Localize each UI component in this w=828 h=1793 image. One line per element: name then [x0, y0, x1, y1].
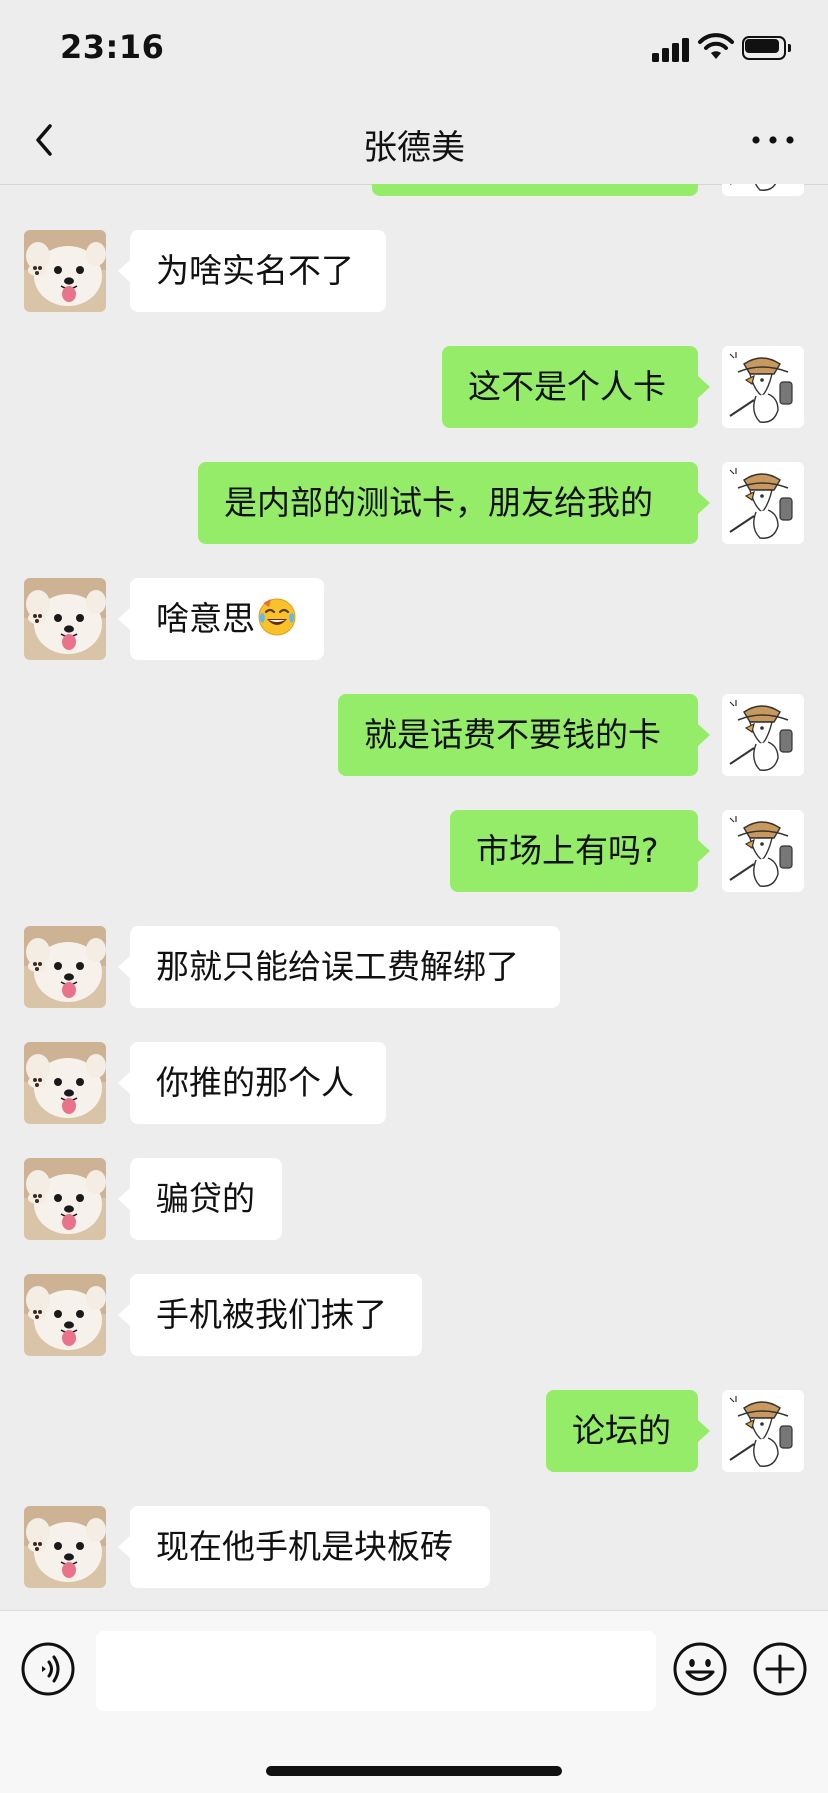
- message-bubble-incoming[interactable]: 你推的那个人: [118, 1042, 386, 1124]
- chat-title: 张德美: [363, 128, 465, 168]
- contact-avatar[interactable]: [24, 1158, 106, 1240]
- message-bubble-outgoing[interactable]: 论坛的: [546, 1390, 710, 1472]
- message-list[interactable]: 为啥实名不了 这不是个人卡 是内部的测试卡，朋友给我的 啥意思 就是话费不要钱的…: [0, 184, 828, 1610]
- my-avatar[interactable]: [722, 694, 804, 776]
- wifi-icon: [698, 33, 734, 59]
- message-bubble-incoming[interactable]: 啥意思: [118, 578, 324, 660]
- plus-icon[interactable]: [752, 1641, 808, 1697]
- message-bubble-incoming[interactable]: 为啥实名不了: [118, 230, 386, 312]
- message-bubble-outgoing[interactable]: 这不是个人卡: [442, 346, 710, 428]
- status-bar: 23:16: [0, 0, 828, 98]
- my-avatar[interactable]: [722, 1390, 804, 1472]
- my-avatar[interactable]: [722, 346, 804, 428]
- message-bubble-outgoing[interactable]: 是内部的测试卡，朋友给我的: [198, 462, 710, 544]
- emoji-smile-icon[interactable]: [672, 1641, 728, 1697]
- message-bubble-incoming[interactable]: 手机被我们抹了: [118, 1274, 422, 1356]
- my-avatar[interactable]: [722, 184, 804, 196]
- more-options-icon[interactable]: [748, 118, 798, 162]
- message-bubble-incoming[interactable]: 现在他手机是块板砖: [118, 1506, 490, 1588]
- message-input[interactable]: [96, 1631, 656, 1711]
- contact-avatar[interactable]: [24, 578, 106, 660]
- message-bubble-outgoing[interactable]: [372, 184, 698, 196]
- contact-avatar[interactable]: [24, 1274, 106, 1356]
- message-bubble-outgoing[interactable]: 就是话费不要钱的卡: [338, 694, 710, 776]
- contact-avatar[interactable]: [24, 230, 106, 312]
- contact-avatar[interactable]: [24, 1506, 106, 1588]
- voice-input-icon[interactable]: [20, 1641, 76, 1697]
- chat-header: 张德美: [0, 98, 828, 185]
- my-avatar[interactable]: [722, 462, 804, 544]
- status-time: 23:16: [60, 28, 165, 66]
- home-indicator[interactable]: [266, 1766, 562, 1776]
- message-bubble-outgoing[interactable]: 市场上有吗?: [450, 810, 710, 892]
- my-avatar[interactable]: [722, 810, 804, 892]
- battery-icon: [742, 36, 792, 60]
- contact-avatar[interactable]: [24, 926, 106, 1008]
- message-text: 啥意思: [156, 599, 255, 638]
- message-bubble-incoming[interactable]: 骗贷的: [118, 1158, 282, 1240]
- cellular-signal-icon: [652, 36, 692, 62]
- face-with-tears-of-joy-icon: [258, 598, 296, 636]
- contact-avatar[interactable]: [24, 1042, 106, 1124]
- message-bubble-incoming[interactable]: 那就只能给误工费解绑了: [118, 926, 560, 1008]
